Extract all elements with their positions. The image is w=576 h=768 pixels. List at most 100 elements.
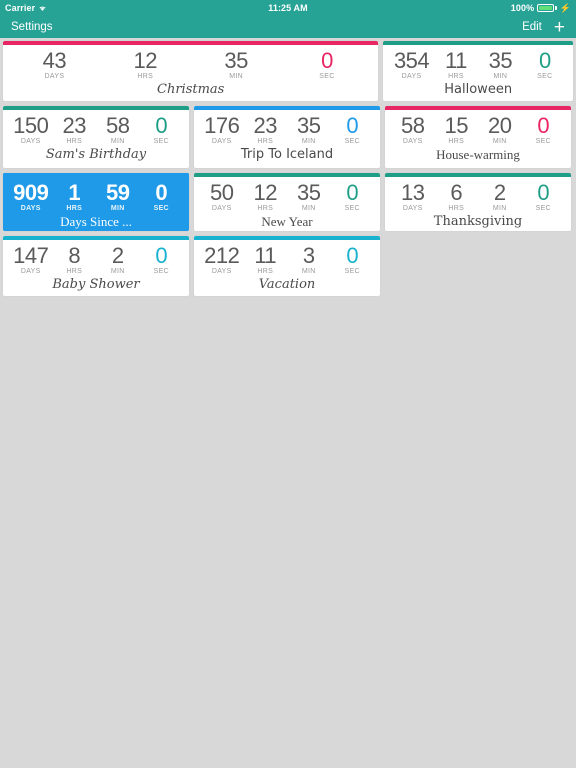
unit-seconds: 0 SEC xyxy=(331,244,375,276)
unit-days: 212 DAYS xyxy=(200,244,244,276)
unit-hours-label: HRS xyxy=(257,268,274,275)
unit-hours-label: HRS xyxy=(66,268,83,275)
countdown-units: 13 DAYS 6 HRS 2 MIN 0 SEC xyxy=(391,181,565,213)
countdown-card[interactable]: 147 DAYS 8 HRS 2 MIN 0 SEC Baby Shower xyxy=(3,236,189,296)
countdown-card[interactable]: 176 DAYS 23 HRS 35 MIN 0 SEC Trip To Iceland xyxy=(194,106,380,168)
countdown-card[interactable]: 909 DAYS 1 HRS 59 MIN 0 SEC Days Since ... xyxy=(3,173,189,231)
unit-hours: 12 HRS xyxy=(244,181,288,213)
card-title: Sam's Birthday xyxy=(45,147,147,162)
unit-minutes-value: 59 xyxy=(106,180,130,205)
unit-hours: 23 HRS xyxy=(244,114,288,146)
unit-days-label: DAYS xyxy=(20,205,41,212)
unit-seconds: 0 SEC xyxy=(140,181,184,213)
card-body: 50 DAYS 12 HRS 35 MIN 0 SEC New Year xyxy=(194,177,380,231)
unit-seconds: 0 SEC xyxy=(522,181,566,213)
countdown-card[interactable]: 13 DAYS 6 HRS 2 MIN 0 SEC Thanksgiving xyxy=(385,173,571,231)
unit-hours-label: HRS xyxy=(448,205,465,212)
card-body: 13 DAYS 6 HRS 2 MIN 0 SEC Thanksgiving xyxy=(385,177,571,231)
status-bar-right: 100% ⚡ xyxy=(511,3,571,14)
countdown-card[interactable]: 50 DAYS 12 HRS 35 MIN 0 SEC New Year xyxy=(194,173,380,231)
unit-days-label: DAYS xyxy=(402,205,423,212)
unit-days-label: DAYS xyxy=(44,73,65,80)
countdown-card[interactable]: 354 DAYS 11 HRS 35 MIN 0 SEC Halloween xyxy=(383,41,573,101)
unit-minutes-label: MIN xyxy=(110,205,125,212)
unit-days: 176 DAYS xyxy=(200,114,244,146)
countdown-card[interactable]: 150 DAYS 23 HRS 58 MIN 0 SEC Sam's Birthday xyxy=(3,106,189,168)
unit-minutes: 59 MIN xyxy=(96,181,140,213)
unit-hours-label: HRS xyxy=(448,73,464,80)
unit-hours-value: 8 xyxy=(68,243,81,268)
unit-hours: 11 HRS xyxy=(434,49,478,81)
unit-seconds-label: SEC xyxy=(344,268,360,275)
card-title: Halloween xyxy=(444,82,513,97)
unit-days: 147 DAYS xyxy=(9,244,53,276)
unit-hours: 23 HRS xyxy=(53,114,97,146)
unit-seconds-label: SEC xyxy=(537,73,553,80)
unit-seconds-value: 0 xyxy=(155,113,168,138)
unit-seconds-value: 0 xyxy=(346,243,359,268)
unit-days-value: 176 xyxy=(204,113,240,138)
unit-minutes-value: 35 xyxy=(297,113,321,138)
settings-button[interactable]: Settings xyxy=(11,21,53,33)
countdown-row: 150 DAYS 23 HRS 58 MIN 0 SEC Sam's Birthday 176 DA… xyxy=(3,106,573,168)
unit-seconds: 0 SEC xyxy=(140,114,184,146)
countdown-units: 58 DAYS 15 HRS 20 MIN 0 SEC xyxy=(391,114,565,146)
unit-seconds-value: 0 xyxy=(346,113,359,138)
unit-seconds-value: 0 xyxy=(537,113,550,138)
unit-days-value: 13 xyxy=(401,180,425,205)
unit-seconds: 0 SEC xyxy=(522,114,566,146)
unit-minutes-value: 3 xyxy=(302,243,315,268)
unit-minutes: 58 MIN xyxy=(96,114,140,146)
unit-days-label: DAYS xyxy=(20,268,41,275)
unit-seconds-label: SEC xyxy=(153,268,169,275)
card-title: Thanksgiving xyxy=(433,214,523,229)
unit-seconds-value: 0 xyxy=(155,180,168,205)
unit-minutes: 3 MIN xyxy=(287,244,331,276)
unit-days: 43 DAYS xyxy=(9,49,100,81)
countdown-card[interactable]: 212 DAYS 11 HRS 3 MIN 0 SEC Vacation xyxy=(194,236,380,296)
card-title: House-warming xyxy=(436,147,520,162)
countdown-units: 150 DAYS 23 HRS 58 MIN 0 SEC xyxy=(9,114,183,146)
unit-days-label: DAYS xyxy=(401,73,422,80)
unit-seconds-value: 0 xyxy=(346,180,359,205)
unit-days-value: 354 xyxy=(393,48,430,73)
unit-days: 909 DAYS xyxy=(9,181,53,213)
unit-days-value: 43 xyxy=(42,48,67,73)
unit-minutes-label: MIN xyxy=(301,138,316,145)
unit-minutes-label: MIN xyxy=(229,73,243,80)
unit-minutes-label: MIN xyxy=(110,268,125,275)
card-body: 147 DAYS 8 HRS 2 MIN 0 SEC Baby Shower xyxy=(3,240,189,296)
unit-hours-label: HRS xyxy=(66,205,83,212)
navigation-bar-actions: Edit + xyxy=(522,18,565,37)
unit-days-label: DAYS xyxy=(402,138,423,145)
unit-hours: 1 HRS xyxy=(53,181,97,213)
plus-icon[interactable]: + xyxy=(554,18,565,37)
countdown-board: 43 DAYS 12 HRS 35 MIN 0 SEC Christmas 354 DAYS 11 HR… xyxy=(0,38,576,296)
unit-days-value: 58 xyxy=(401,113,425,138)
unit-days-label: DAYS xyxy=(211,268,232,275)
unit-seconds: 0 SEC xyxy=(331,181,375,213)
edit-button[interactable]: Edit xyxy=(522,21,542,33)
unit-minutes: 35 MIN xyxy=(287,114,331,146)
card-body: 354 DAYS 11 HRS 35 MIN 0 SEC Halloween xyxy=(383,45,573,101)
countdown-units: 147 DAYS 8 HRS 2 MIN 0 SEC xyxy=(9,244,183,276)
unit-minutes-value: 58 xyxy=(106,113,130,138)
unit-seconds-label: SEC xyxy=(319,73,335,80)
battery-percent-label: 100% xyxy=(510,3,535,13)
countdown-row: 147 DAYS 8 HRS 2 MIN 0 SEC Baby Shower 212 DAYS 11 H… xyxy=(3,236,573,296)
unit-days-value: 212 xyxy=(204,243,240,268)
unit-minutes: 35 MIN xyxy=(478,49,522,81)
unit-hours: 6 HRS xyxy=(435,181,479,213)
unit-minutes: 35 MIN xyxy=(191,49,282,81)
card-title: Trip To Iceland xyxy=(240,147,334,162)
card-body: 43 DAYS 12 HRS 35 MIN 0 SEC Christmas xyxy=(3,45,378,101)
unit-minutes-label: MIN xyxy=(301,268,316,275)
countdown-card[interactable]: 58 DAYS 15 HRS 20 MIN 0 SEC House-warming xyxy=(385,106,571,168)
countdown-row: 43 DAYS 12 HRS 35 MIN 0 SEC Christmas 354 DAYS 11 HR… xyxy=(3,41,573,101)
unit-days: 13 DAYS xyxy=(391,181,435,213)
countdown-card[interactable]: 43 DAYS 12 HRS 35 MIN 0 SEC Christmas xyxy=(3,41,379,101)
card-body: 58 DAYS 15 HRS 20 MIN 0 SEC House-warming xyxy=(385,110,571,168)
unit-days-value: 909 xyxy=(13,180,49,205)
unit-hours-value: 23 xyxy=(253,113,278,138)
unit-hours-label: HRS xyxy=(448,138,465,145)
